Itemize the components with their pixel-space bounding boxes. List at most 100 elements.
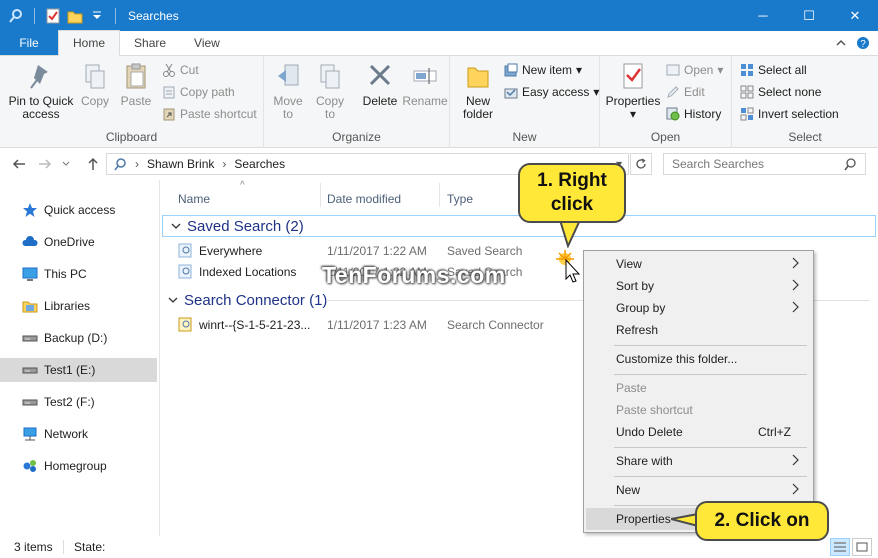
maximize-button[interactable]: ☐ (786, 0, 832, 31)
cut-label: Cut (180, 63, 199, 77)
properties-check-icon[interactable] (45, 8, 61, 24)
nav-item-test2-f[interactable]: Test2 (F:) (0, 390, 157, 414)
cut-button[interactable]: Cut (162, 63, 199, 77)
table-row[interactable]: winrt--{S-1-5-21-23... 1/11/2017 1:23 AM… (178, 315, 544, 335)
search-box[interactable]: Search Searches (663, 153, 866, 175)
new-folder-icon[interactable] (67, 8, 83, 24)
forward-button[interactable] (36, 156, 54, 172)
large-icons-view-button[interactable] (852, 538, 872, 556)
copy-icon (85, 64, 105, 89)
breadcrumb-searches[interactable]: Searches (234, 157, 285, 171)
menu-item-paste[interactable]: Paste (586, 377, 811, 399)
nav-item-homegroup[interactable]: Homegroup (0, 454, 157, 478)
nav-item-backup-d[interactable]: Backup (D:) (0, 326, 157, 350)
star-icon (23, 203, 37, 217)
window-title: Searches (128, 8, 179, 23)
open-button[interactable]: Open ▾ (666, 63, 723, 77)
up-button[interactable] (84, 156, 102, 172)
menu-separator (614, 345, 807, 346)
details-view-button[interactable] (830, 538, 850, 556)
pin-to-quick-access-button[interactable]: Pin to Quick access (6, 62, 76, 121)
delete-button[interactable]: Delete (360, 62, 400, 108)
invert-selection-icon (740, 107, 754, 121)
breadcrumb-chevron-icon[interactable]: › (222, 157, 226, 171)
tab-home[interactable]: Home (58, 30, 121, 56)
callout-step-1-line-1: 1. Right (537, 170, 607, 191)
refresh-button[interactable] (630, 153, 652, 175)
help-icon[interactable]: ? (856, 36, 870, 50)
menu-item-label: View (616, 257, 642, 271)
menu-item-undo-delete[interactable]: Undo Delete Ctrl+Z (586, 421, 811, 443)
table-row[interactable]: Everywhere 1/11/2017 1:22 AM Saved Searc… (178, 241, 522, 261)
menu-item-sort-by[interactable]: Sort by (586, 275, 811, 297)
edit-button[interactable]: Edit (666, 85, 705, 99)
history-button[interactable]: History (666, 107, 721, 121)
paste-button[interactable]: Paste (118, 62, 154, 108)
nav-item-quick-access[interactable]: Quick access (0, 198, 157, 222)
open-group: Properties ▾ Open ▾ Edit History Open (600, 56, 732, 148)
menu-item-group-by[interactable]: Group by (586, 297, 811, 319)
delete-label: Delete (362, 94, 398, 108)
column-header-name[interactable]: Name (172, 188, 320, 210)
menu-item-new[interactable]: New (586, 479, 811, 501)
table-row[interactable]: Indexed Locations 1/11/2017 1:22 AM Save… (178, 262, 522, 282)
nav-item-network[interactable]: Network (0, 422, 157, 446)
column-header-date-modified[interactable]: Date modified (321, 188, 439, 210)
menu-item-customize-folder[interactable]: Customize this folder... (586, 348, 811, 370)
magnifier-folder-icon[interactable] (8, 8, 24, 24)
expand-ribbon-icon[interactable] (834, 36, 848, 50)
paste-shortcut-button[interactable]: Paste shortcut (162, 107, 257, 121)
column-separator[interactable] (439, 183, 440, 207)
nav-item-libraries[interactable]: Libraries (0, 294, 157, 318)
minimize-button[interactable]: ─ (740, 0, 786, 31)
libraries-icon (22, 301, 38, 313)
copy-path-button[interactable]: Copy path (162, 85, 235, 99)
collapse-chevron-icon[interactable] (168, 295, 178, 305)
menu-item-label: Share with (616, 454, 673, 468)
select-none-button[interactable]: Select none (740, 85, 821, 99)
row-type: Search Connector (447, 318, 544, 332)
mouse-cursor-icon (556, 250, 581, 283)
select-all-button[interactable]: Select all (740, 63, 807, 77)
collapse-chevron-icon[interactable] (171, 221, 181, 231)
recent-locations-button[interactable] (60, 156, 72, 172)
move-to-button[interactable]: Move to (270, 62, 306, 121)
menu-item-paste-shortcut[interactable]: Paste shortcut (586, 399, 811, 421)
back-arrow-icon (12, 159, 25, 169)
copy-button[interactable]: Copy (78, 62, 112, 108)
group-header-saved-search[interactable]: Saved Search (2) (162, 215, 876, 237)
nav-label: Backup (D:) (44, 331, 108, 345)
open-dropdown-icon: ▾ (717, 63, 724, 77)
search-folder-icon (114, 158, 126, 171)
easy-access-button[interactable]: Easy access ▾ (504, 85, 599, 99)
up-arrow-icon (88, 157, 98, 170)
invert-selection-button[interactable]: Invert selection (740, 107, 839, 121)
tab-share[interactable]: Share (120, 30, 180, 55)
menu-item-refresh[interactable]: Refresh (586, 319, 811, 341)
move-to-label-2: to (282, 107, 293, 121)
copy-to-button[interactable]: Copy to (312, 62, 348, 121)
properties-button[interactable]: Properties ▾ (604, 62, 662, 121)
search-input[interactable]: Search Searches (672, 157, 764, 171)
close-button[interactable]: ✕ (832, 0, 878, 31)
nav-label: Libraries (44, 299, 91, 313)
new-folder-button[interactable]: New folder (458, 62, 498, 121)
tab-view[interactable]: View (180, 30, 234, 55)
nav-item-test1-e[interactable]: Test1 (E:) (0, 358, 157, 382)
tab-file[interactable]: File (0, 30, 58, 55)
window-controls: ─ ☐ ✕ (740, 0, 878, 31)
group-title: Search Connector (1) (184, 291, 328, 309)
customize-toolbar-chevron-icon[interactable] (89, 8, 105, 24)
group-header-search-connector[interactable]: Search Connector (1) (160, 289, 327, 311)
breadcrumb-shawn-brink[interactable]: Shawn Brink (147, 157, 214, 171)
navigation-pane: Quick access OneDrive This PC Libraries … (0, 180, 160, 536)
back-button[interactable] (10, 156, 28, 172)
menu-item-share-with[interactable]: Share with (586, 450, 811, 472)
search-icon[interactable] (843, 157, 857, 174)
new-item-button[interactable]: New item ▾ (504, 63, 582, 77)
nav-item-this-pc[interactable]: This PC (0, 262, 157, 286)
nav-item-onedrive[interactable]: OneDrive (0, 230, 157, 254)
rename-button[interactable]: Rename (402, 62, 448, 108)
breadcrumb-chevron-icon[interactable]: › (135, 157, 139, 171)
menu-item-view[interactable]: View (586, 253, 811, 275)
